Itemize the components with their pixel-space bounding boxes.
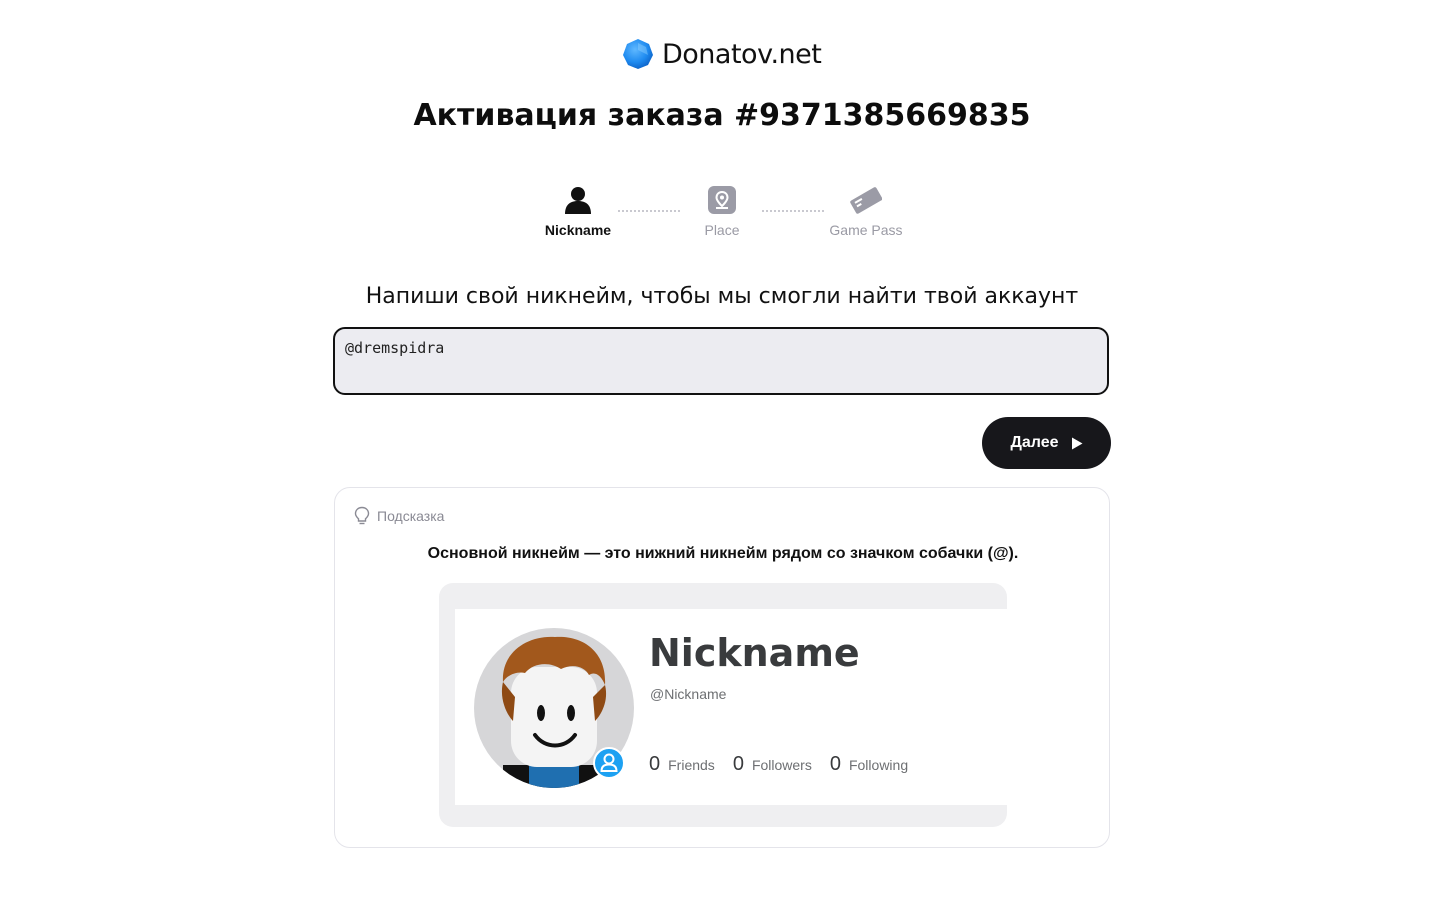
step-label: Nickname <box>544 222 612 238</box>
map-pin-icon <box>708 186 736 214</box>
hint-text: Основной никнейм — это нижний никнейм ря… <box>427 545 1019 562</box>
nickname-input[interactable]: @dremspidra <box>333 327 1109 395</box>
nickname-prompt: Напиши свой никнейм, чтобы мы смогли най… <box>365 284 1079 309</box>
hint-header: Подсказка <box>353 506 444 526</box>
next-button[interactable]: Далее <box>982 417 1111 469</box>
step-label: Game Pass <box>829 222 903 238</box>
stat-value: 0 <box>829 753 841 775</box>
ticket-icon <box>850 187 882 214</box>
play-icon <box>1071 437 1083 449</box>
stat-followers: 0 Followers <box>733 753 812 776</box>
step-label: Place <box>704 222 740 238</box>
gem-icon <box>623 39 653 69</box>
hint-label: Подсказка <box>377 508 445 524</box>
example-profile-image: Nickname @Nickname 0 Friends 0 Followers… <box>439 583 1007 827</box>
lightbulb-icon <box>354 506 370 525</box>
step-game-pass[interactable]: Game Pass <box>806 184 926 238</box>
hint-card: Подсказка Основной никнейм — это нижний … <box>334 487 1110 848</box>
profile-stats: 0 Friends 0 Followers 0 Following <box>649 753 926 776</box>
user-badge-icon <box>593 747 625 779</box>
stat-value: 0 <box>732 753 744 775</box>
stat-friends: 0 Friends <box>649 753 715 776</box>
stat-following: 0 Following <box>830 753 908 776</box>
profile-display-name: Nickname <box>649 631 860 675</box>
brand-name: Donatov.net <box>662 38 822 70</box>
stat-label: Friends <box>668 757 715 773</box>
stat-value: 0 <box>649 753 661 775</box>
page-title: Активация заказа #9371385669835 <box>413 98 1031 133</box>
example-profile-card: Nickname @Nickname 0 Friends 0 Followers… <box>455 609 1007 805</box>
user-icon <box>565 187 591 214</box>
stat-label: Followers <box>751 757 812 773</box>
next-button-label: Далее <box>1010 434 1059 451</box>
brand-logo[interactable]: Donatov.net <box>622 36 822 72</box>
stepper: Nickname Place Game Pass <box>0 184 1444 244</box>
stat-label: Following <box>848 757 909 773</box>
profile-handle: @Nickname <box>650 686 727 702</box>
